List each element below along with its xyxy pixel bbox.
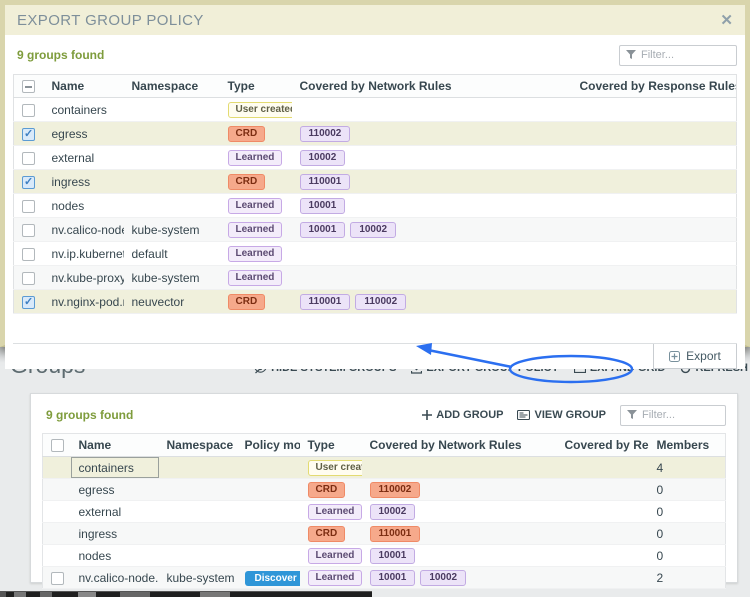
row-checkbox[interactable] bbox=[22, 271, 35, 285]
row-checkbox[interactable] bbox=[22, 199, 35, 213]
rule-badge: 110002 bbox=[355, 294, 407, 311]
export-button[interactable]: Export bbox=[653, 344, 737, 370]
col-header-type[interactable]: Type bbox=[219, 74, 292, 99]
col-header-response-rules[interactable]: Covered by Response R... bbox=[556, 433, 649, 458]
table-row[interactable]: nodes Learned 10001 0 bbox=[42, 544, 726, 568]
row-checkbox[interactable] bbox=[22, 247, 35, 261]
plus-icon bbox=[422, 410, 433, 420]
type-badge: User created bbox=[307, 460, 362, 477]
col-header-members[interactable]: Members bbox=[648, 433, 726, 458]
discover-badge: Discover bbox=[244, 570, 300, 586]
rule-badge: 10001 bbox=[299, 198, 346, 215]
col-header-policy-mode[interactable]: Policy mode bbox=[236, 433, 300, 458]
members-cell: 0 bbox=[648, 500, 726, 524]
members-cell: 0 bbox=[648, 522, 726, 546]
rule-badge: 10001 bbox=[369, 570, 416, 587]
col-header-name[interactable]: Name bbox=[70, 433, 159, 458]
view-group-icon bbox=[517, 410, 531, 420]
table-row[interactable]: nv.calico-node.kubkube-system Learned 10… bbox=[13, 217, 737, 243]
col-header-type[interactable]: Type bbox=[299, 433, 362, 458]
row-checkbox[interactable] bbox=[22, 295, 35, 309]
row-checkbox[interactable] bbox=[22, 175, 35, 189]
export-icon bbox=[669, 350, 681, 362]
table-row[interactable]: nv.ip.kubernetes.ddefault Learned bbox=[13, 241, 737, 267]
rule-badge: 110002 bbox=[369, 482, 421, 499]
type-badge: Learned bbox=[307, 570, 362, 587]
groups-filter-box[interactable] bbox=[620, 404, 726, 426]
type-badge: Learned bbox=[227, 198, 283, 215]
row-checkbox[interactable] bbox=[22, 103, 35, 117]
type-badge: Learned bbox=[227, 222, 283, 239]
type-badge: Learned bbox=[227, 270, 283, 287]
rule-badge: 10001 bbox=[299, 222, 346, 239]
modal-filter-input[interactable] bbox=[641, 49, 721, 61]
modal-title: EXPORT GROUP POLICY bbox=[17, 11, 204, 29]
groups-table: Name Namespace Policy mode Type Covered … bbox=[42, 433, 726, 590]
row-checkbox[interactable] bbox=[22, 151, 35, 165]
row-checkbox[interactable] bbox=[51, 571, 64, 585]
table-row[interactable]: nv.kube-proxy.kubkube-system Learned bbox=[13, 265, 737, 291]
groups-card: 9 groups found ADD GROUP VIEW GROUP Filt… bbox=[30, 393, 738, 590]
modal-groups-table: Name Namespace Type Covered by Network R… bbox=[13, 74, 737, 315]
type-badge: Learned bbox=[227, 150, 283, 167]
type-badge: User created bbox=[227, 102, 292, 119]
rule-badge: 110001 bbox=[299, 174, 351, 191]
col-header-response-rules[interactable]: Covered by Response Rules bbox=[571, 74, 737, 99]
type-badge: Learned bbox=[307, 548, 362, 565]
type-badge: Learned bbox=[307, 504, 362, 521]
table-row[interactable]: external Learned 10002 0 bbox=[42, 500, 726, 524]
table-row[interactable]: nv.nginx-pod.neuvneuvector CRD 110001110… bbox=[13, 289, 737, 315]
groups-page: Groups HIDE SYSTEM GROUPS EXPORT GROUP P… bbox=[0, 347, 750, 597]
modal-filter-box[interactable] bbox=[619, 44, 737, 66]
type-badge: CRD bbox=[227, 174, 266, 191]
rule-badge: 10002 bbox=[369, 504, 416, 521]
type-badge: CRD bbox=[307, 526, 346, 543]
row-checkbox[interactable] bbox=[22, 127, 35, 141]
view-group-button[interactable]: VIEW GROUP bbox=[517, 409, 606, 421]
groups-found-count: 9 groups found bbox=[17, 48, 105, 62]
table-row[interactable]: external Learned 10002 bbox=[13, 145, 737, 171]
type-badge: CRD bbox=[227, 294, 266, 311]
table-row[interactable]: nodes Learned 10001 bbox=[13, 193, 737, 219]
row-checkbox[interactable] bbox=[22, 223, 35, 237]
col-header-namespace[interactable]: Namespace bbox=[123, 74, 220, 99]
type-badge: CRD bbox=[227, 126, 266, 143]
members-cell: 2 bbox=[648, 566, 726, 590]
select-all-checkbox[interactable] bbox=[22, 80, 35, 94]
col-header-network-rules[interactable]: Covered by Network Rules bbox=[361, 433, 557, 458]
table-row[interactable]: ingress CRD 110001 bbox=[13, 169, 737, 195]
table-row[interactable]: egress CRD 110002 0 bbox=[42, 478, 726, 502]
col-header-namespace[interactable]: Namespace bbox=[158, 433, 237, 458]
rule-badge: 10002 bbox=[299, 150, 346, 167]
rule-badge: 110001 bbox=[369, 526, 421, 543]
groups-filter-input[interactable] bbox=[642, 409, 722, 421]
members-cell: 0 bbox=[648, 544, 726, 568]
filter-funnel-icon bbox=[626, 50, 636, 59]
modal-header: EXPORT GROUP POLICY ✕ bbox=[5, 5, 745, 35]
table-row[interactable]: containers User created bbox=[13, 97, 737, 123]
col-header-network-rules[interactable]: Covered by Network Rules bbox=[291, 74, 572, 99]
groups-found-count: 9 groups found bbox=[46, 408, 134, 422]
rule-badge: 10001 bbox=[369, 548, 416, 565]
rule-badge: 10002 bbox=[350, 222, 397, 239]
table-row[interactable]: egress CRD 110002 bbox=[13, 121, 737, 147]
add-group-button[interactable]: ADD GROUP bbox=[422, 409, 503, 421]
modal-body: 9 groups found Name Namespace Type Cover… bbox=[5, 35, 745, 370]
type-badge: Learned bbox=[227, 246, 283, 263]
rule-badge: 110002 bbox=[299, 126, 351, 143]
table-row[interactable]: containers User created 4 bbox=[42, 456, 726, 480]
select-all-checkbox[interactable] bbox=[51, 439, 64, 453]
export-group-policy-modal: EXPORT GROUP POLICY ✕ 9 groups found Nam… bbox=[0, 0, 750, 370]
type-badge: CRD bbox=[307, 482, 346, 499]
table-row[interactable]: nv.calico-node.kube-sys kube-system Disc… bbox=[42, 566, 726, 590]
rule-badge: 10002 bbox=[420, 570, 467, 587]
members-cell: 0 bbox=[648, 478, 726, 502]
table-row[interactable]: ingress CRD 110001 0 bbox=[42, 522, 726, 546]
bottom-taskbar-strip bbox=[0, 591, 372, 597]
col-header-name[interactable]: Name bbox=[43, 74, 124, 99]
rule-badge: 110001 bbox=[299, 294, 351, 311]
filter-funnel-icon bbox=[627, 410, 637, 419]
close-icon[interactable]: ✕ bbox=[720, 13, 733, 28]
members-cell: 4 bbox=[648, 456, 726, 480]
